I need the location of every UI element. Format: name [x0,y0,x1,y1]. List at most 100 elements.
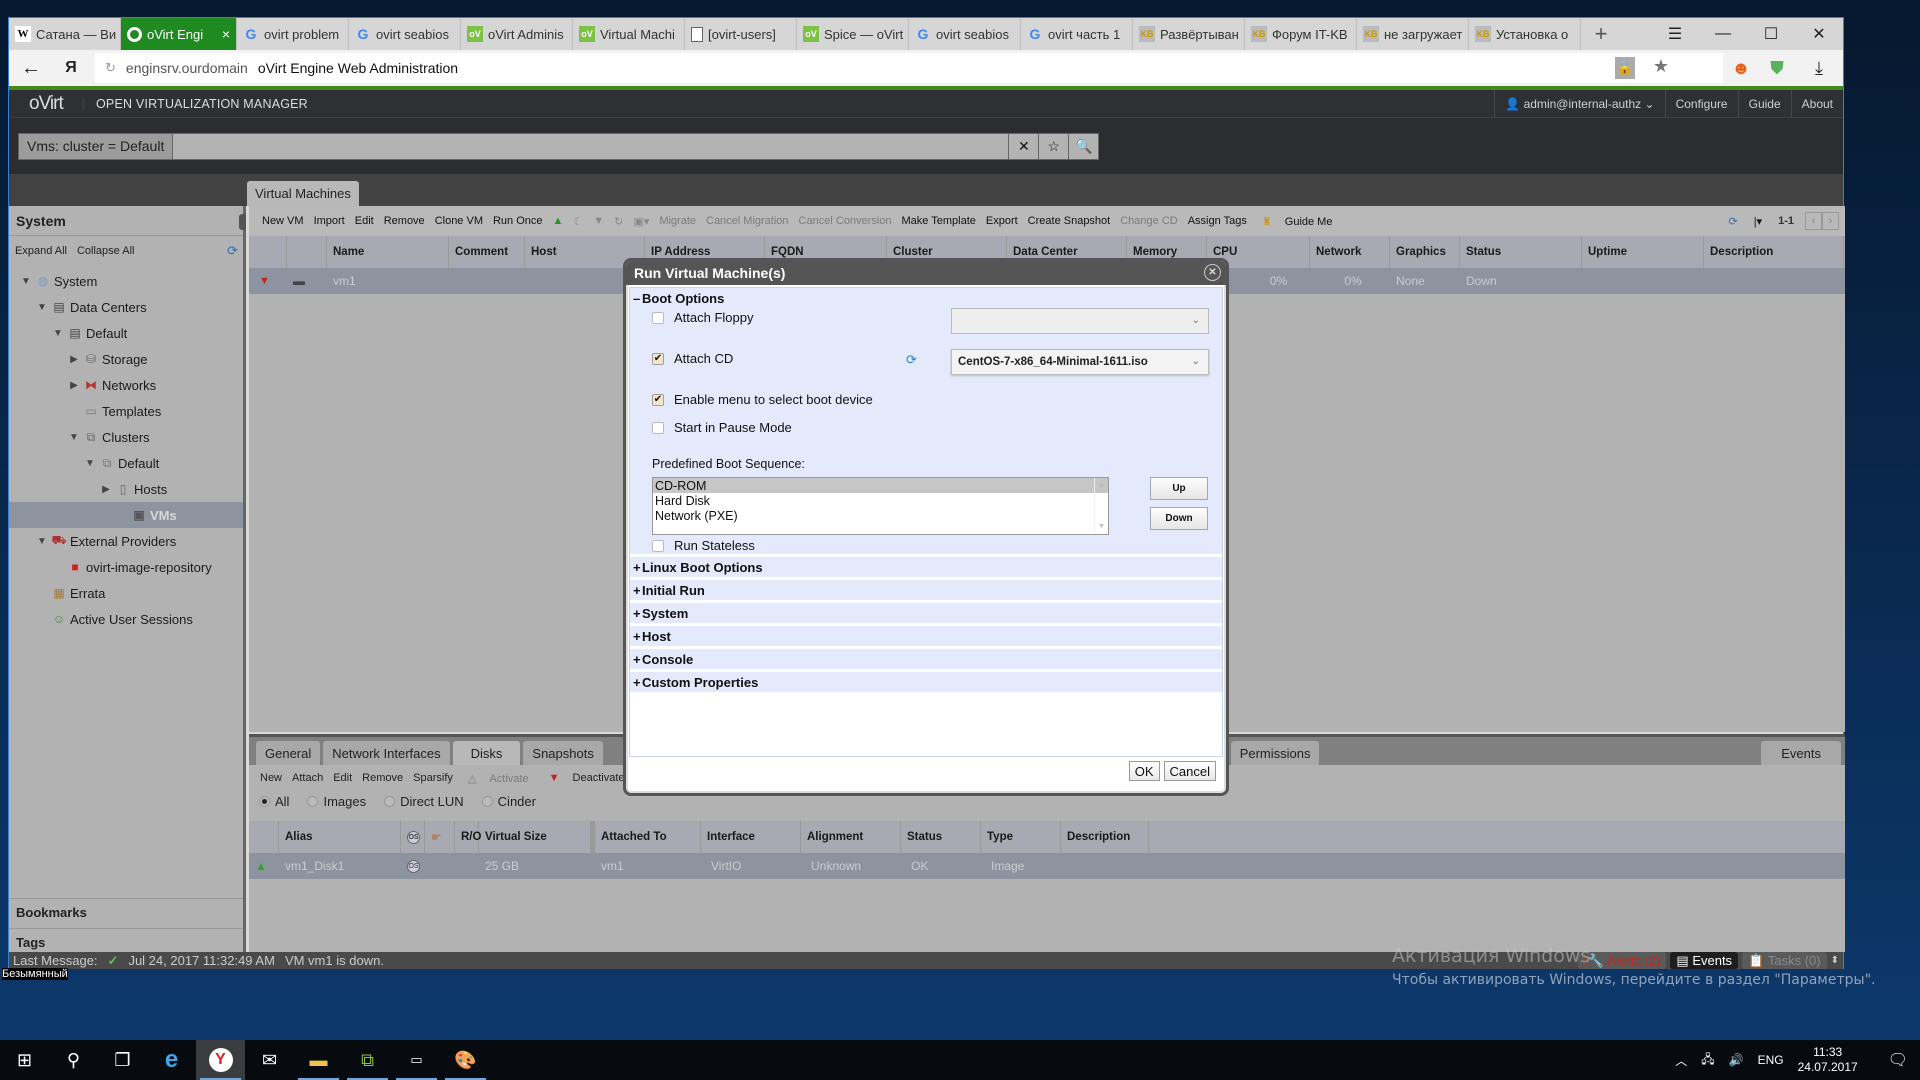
enable-boot-menu-checkbox[interactable]: ✔ [652,393,664,406]
task-view-icon[interactable]: ❐ [98,1040,147,1080]
remove-disk-button[interactable]: Remove [357,772,408,784]
browser-tab[interactable]: Govirt seabios [349,18,461,50]
tree-node[interactable]: ▶ ⧓ Networks [9,372,243,398]
clock[interactable]: 11:33 24.07.2017 [1798,1045,1858,1075]
attach-cd-checkbox[interactable]: ✔ [652,352,664,365]
browser-tab[interactable]: oV Virtual Machi [573,18,685,50]
search-button[interactable]: 🔍 [1069,132,1100,160]
col-virtual-size[interactable]: Virtual Size [479,821,591,853]
browser-tab[interactable]: Govirt seabios [909,18,1021,50]
edit-disk-button[interactable]: Edit [328,772,357,784]
subtab-disks[interactable]: Disks [452,741,521,765]
create-snapshot-button[interactable]: Create Snapshot [1023,215,1116,227]
minimize-button[interactable]: — [1699,18,1747,50]
file-explorer-icon[interactable]: ▬ [294,1040,343,1080]
browser-tab-active[interactable]: oVirt Engi × [121,18,237,50]
run-stateless-checkbox[interactable] [652,539,664,552]
browser-tab[interactable]: oV oVirt Adminis [461,18,573,50]
floppy-select[interactable]: ⌄ [951,308,1209,334]
browser-tab[interactable]: KB не загружает [1357,18,1469,50]
col-disk-description[interactable]: Description [1061,821,1149,853]
clear-search-button[interactable]: ✕ [1009,132,1040,160]
adguard-shield-icon[interactable]: ⛊ [1759,58,1795,79]
about-link[interactable]: About [1790,90,1843,117]
attach-floppy-checkbox[interactable] [652,311,664,324]
section-host[interactable]: + Host [630,626,1222,646]
subtab-snapshots[interactable]: Snapshots [523,741,603,765]
tree-node[interactable]: ▼ ▤ Default [9,320,243,346]
events-button[interactable]: ▤ Events [1670,952,1739,969]
new-tab-button[interactable]: + [1581,18,1621,50]
tree-node[interactable]: ☺ Active User Sessions [9,606,243,632]
boot-item-hard-disk[interactable]: Hard Disk [653,493,1108,508]
browser-tab[interactable]: KB Развёртыван [1133,18,1245,50]
new-disk-button[interactable]: New [255,772,287,784]
resize-footer-icon[interactable]: ⬍ [1831,955,1839,966]
col-graphics[interactable]: Graphics [1390,236,1460,268]
col-alias[interactable]: Alias [279,821,401,853]
browser-tab[interactable]: W Сатана — Ви [9,18,121,50]
collapsed-arrow-icon[interactable]: ▶ [67,380,81,391]
maximize-button[interactable]: ☐ [1747,18,1795,50]
expand-all-link[interactable]: Expand All [15,245,67,257]
close-tab-icon[interactable]: × [222,26,230,42]
network-icon[interactable]: 🖧 [1701,1050,1714,1071]
guide-link[interactable]: Guide [1737,90,1791,117]
language-indicator[interactable]: ENG [1758,1053,1784,1067]
internet-explorer-icon[interactable]: e [147,1040,196,1080]
filter-all-radio[interactable]: All [259,794,289,809]
sparsify-button[interactable]: Sparsify [408,772,458,784]
guide-me-button[interactable]: ♜ Guide Me [1252,215,1343,228]
move-up-button[interactable]: Up [1150,477,1208,500]
tree-node[interactable]: ▼ ◍ System [9,268,243,294]
close-window-button[interactable]: ✕ [1795,18,1843,50]
expanded-arrow-icon[interactable]: ▼ [51,328,65,339]
bookmark-star-icon[interactable]: ★ [1653,56,1669,77]
refresh-icon[interactable]: ⟳ [1723,215,1742,228]
boot-item-network[interactable]: Network (PXE) [653,508,1108,523]
tree-node[interactable]: ▭ Templates [9,398,243,424]
list-scrollbar[interactable]: ▲ ▼ [1094,478,1108,534]
col-status[interactable]: Status [1460,236,1582,268]
section-initial-run[interactable]: + Initial Run [630,580,1222,600]
section-console[interactable]: + Console [630,649,1222,669]
filter-direct-lun-radio[interactable]: Direct LUN [384,794,464,809]
col-comment[interactable]: Comment [449,236,525,268]
collapse-panel-handle[interactable] [239,214,246,230]
back-arrow-icon[interactable]: ← [9,57,53,80]
col-readonly[interactable]: R/O [455,821,481,853]
vmware-icon[interactable]: ⧉ [343,1040,392,1080]
boot-item-cdrom[interactable]: CD-ROM [653,478,1108,493]
expanded-arrow-icon[interactable]: ▼ [83,458,97,469]
boot-options-header[interactable]: – Boot Options [630,288,1222,308]
deactivate-button[interactable]: ▼ Deactivate [539,772,635,784]
command-prompt-icon[interactable]: ▭ [392,1040,441,1080]
new-vm-button[interactable]: New VM [257,215,309,227]
tasks-button[interactable]: 📋 Tasks (0) [1742,952,1827,969]
section-system[interactable]: + System [630,603,1222,623]
col-uptime[interactable]: Uptime [1582,236,1704,268]
col-network[interactable]: Network [1310,236,1390,268]
subtab-network-interfaces[interactable]: Network Interfaces [323,741,450,765]
edit-button[interactable]: Edit [350,215,379,227]
bookmark-search-button[interactable]: ☆ [1039,132,1070,160]
start-paused-checkbox[interactable] [652,421,664,434]
paint-icon[interactable]: 🎨 [441,1040,490,1080]
cd-image-select[interactable]: CentOS-7-x86_64-Minimal-1611.iso ⌄ [951,349,1209,375]
disk-row[interactable]: ▲ vm1_Disk1 OS 25 GB vm1 VirtIO Unknown … [249,853,1845,879]
collapse-all-link[interactable]: Collapse All [77,245,134,257]
next-page-button[interactable]: › [1822,212,1839,230]
start-windows-icon[interactable]: ⊞ [0,1040,49,1080]
clone-vm-button[interactable]: Clone VM [430,215,488,227]
search-icon[interactable]: ⚲ [49,1040,98,1080]
subtab-permissions[interactable]: Permissions [1230,741,1320,765]
col-type[interactable]: Type [981,821,1061,853]
boot-sequence-list[interactable]: CD-ROM Hard Disk Network (PXE) ▲ ▼ [652,477,1109,535]
col-disk-status-text[interactable]: Status [901,821,981,853]
tree-node[interactable]: ▶ ▯ Hosts [9,476,243,502]
tree-node[interactable]: ▼ ▤ Data Centers [9,294,243,320]
assign-tags-button[interactable]: Assign Tags [1183,215,1252,227]
download-icon[interactable]: ⤓ [1795,58,1843,79]
reload-icon[interactable]: ↻ [105,60,116,76]
bookmarks-section[interactable]: Bookmarks [9,898,243,926]
